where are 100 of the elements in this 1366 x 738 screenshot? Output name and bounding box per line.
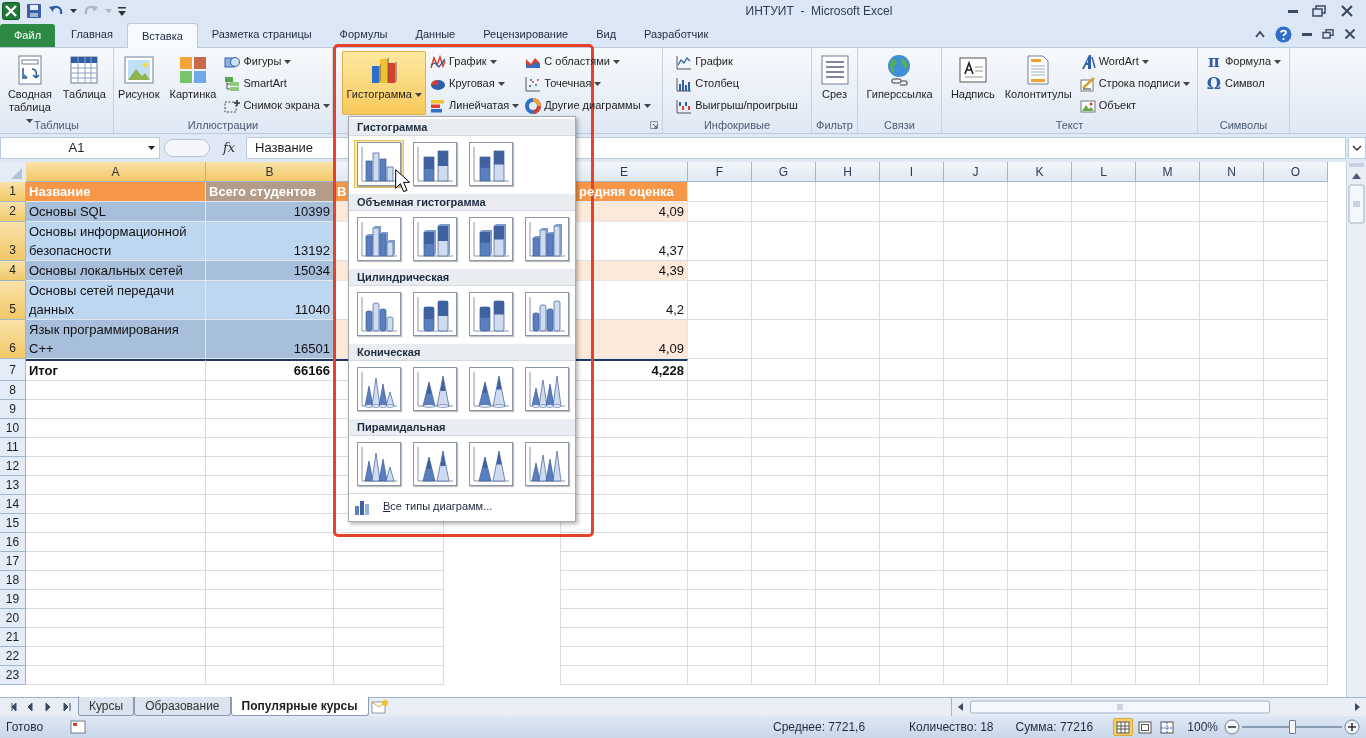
row-header[interactable]: 13: [0, 476, 26, 495]
section-title: Цилиндрическая: [349, 269, 575, 286]
column-header[interactable]: F: [688, 162, 752, 182]
ribbon-button[interactable]: Ω Символ: [1203, 73, 1284, 94]
sheet-tab[interactable]: Курсы: [78, 697, 135, 716]
ribbon-tab[interactable]: Разметка страницы: [197, 22, 326, 47]
cell-text: редняя оценка: [579, 183, 674, 201]
row-header[interactable]: 18: [0, 571, 26, 590]
ribbon-button[interactable]: Столбец: [674, 73, 800, 94]
ribbon-button[interactable]: Сводная таблица: [3, 51, 57, 115]
ribbon-button[interactable]: Гиперссылка: [862, 51, 937, 115]
section-title: Гистограмма: [349, 119, 575, 136]
cell-text: Основы SQL: [29, 203, 106, 221]
insert-function-button[interactable]: fx: [214, 138, 244, 158]
ribbon-tab[interactable]: Рецензирование: [469, 22, 583, 47]
ribbon-button[interactable]: Выигрыш/проигрыш: [674, 95, 800, 116]
ribbon-tab[interactable]: Вид: [582, 22, 631, 47]
cell-text: Язык программирования C++: [29, 321, 179, 358]
cell-text: 10399: [293, 203, 330, 221]
cell-text: 4,228: [651, 362, 684, 380]
ribbon-tab[interactable]: Файл: [0, 24, 56, 47]
ribbon-button[interactable]: WordArt: [1077, 51, 1193, 72]
ribbon-tab[interactable]: Формулы: [325, 22, 402, 47]
row-header[interactable]: 19: [0, 590, 26, 609]
column-header[interactable]: N: [1200, 162, 1264, 182]
ribbon-tab[interactable]: Разработчик: [630, 22, 723, 47]
row-header[interactable]: 8: [0, 381, 26, 400]
row-header[interactable]: 4: [0, 261, 26, 281]
ribbon-button[interactable]: Строка подписи: [1077, 73, 1193, 94]
row-header[interactable]: 15: [0, 514, 26, 533]
group-label: Текст: [1055, 117, 1084, 133]
row-header[interactable]: 1: [0, 182, 26, 202]
cell-text: Всего студентов: [209, 183, 316, 201]
row-header[interactable]: 23: [0, 666, 26, 685]
ribbon-button[interactable]: Колонтитулы: [1000, 51, 1076, 115]
cell-text: Название: [29, 183, 91, 201]
ribbon-button[interactable]: Картинка: [165, 51, 221, 115]
column-header[interactable]: J: [944, 162, 1008, 182]
ribbon-button[interactable]: Срез: [814, 51, 855, 115]
cell-text: Основы сетей передачи данных: [29, 282, 175, 319]
ribbon-button[interactable]: Надпись: [946, 51, 999, 115]
name-box[interactable]: A1: [0, 137, 160, 159]
ribbon-button[interactable]: Фигуры: [222, 51, 332, 72]
cell-text: Итог: [29, 362, 58, 380]
cell-text: В: [337, 183, 347, 201]
cell-text: 4,09: [658, 203, 684, 221]
row-header[interactable]: 5: [0, 281, 26, 320]
ribbon-button[interactable]: Точечная: [523, 73, 653, 94]
column-header[interactable]: B: [206, 162, 334, 182]
status-sum: Сумма: 77216: [1015, 719, 1094, 736]
row-header[interactable]: 11: [0, 438, 26, 457]
ribbon-button[interactable]: Рисунок: [114, 51, 164, 115]
row-header[interactable]: 20: [0, 609, 26, 628]
row-header[interactable]: 3: [0, 222, 26, 261]
group-label: Иллюстрации: [187, 117, 259, 133]
zoom-level[interactable]: 100%: [1187, 718, 1218, 736]
row-header[interactable]: 10: [0, 419, 26, 438]
cell-text: 4,39: [658, 262, 684, 280]
group-label: Фильтр: [816, 117, 853, 133]
ribbon-tab[interactable]: Главная: [57, 22, 127, 47]
row-header[interactable]: 22: [0, 647, 26, 666]
row-header[interactable]: 21: [0, 628, 26, 647]
column-header[interactable]: I: [880, 162, 944, 182]
ribbon-button[interactable]: Объект: [1077, 95, 1193, 116]
column-header[interactable]: H: [816, 162, 880, 182]
section-title: Объемная гистограмма: [349, 194, 575, 211]
row-header[interactable]: 6: [0, 320, 26, 359]
section-title: Коническая: [349, 344, 575, 361]
sheet-tab[interactable]: Популярные курсы: [230, 697, 369, 716]
ribbon-button[interactable]: График: [674, 51, 800, 72]
row-header[interactable]: 7: [0, 359, 26, 381]
row-header[interactable]: 9: [0, 400, 26, 419]
row-header[interactable]: 14: [0, 495, 26, 514]
ribbon-button[interactable]: Круговая: [428, 73, 522, 94]
column-header[interactable]: O: [1264, 162, 1328, 182]
ribbon-button[interactable]: Снимок экрана: [222, 95, 332, 116]
ribbon-button[interactable]: Гистограмма: [342, 51, 426, 115]
column-header[interactable]: A: [26, 162, 206, 182]
row-header[interactable]: 16: [0, 533, 26, 552]
ribbon-button[interactable]: Линейчатая: [428, 95, 522, 116]
group-label: Символы: [1219, 117, 1268, 133]
ribbon-button[interactable]: Таблица: [58, 51, 110, 115]
cell-text: 4,37: [658, 242, 684, 260]
ribbon-button[interactable]: График: [428, 51, 522, 72]
column-header[interactable]: M: [1136, 162, 1200, 182]
column-header[interactable]: L: [1072, 162, 1136, 182]
cell-text: 16501: [293, 340, 330, 358]
ribbon-tab[interactable]: Данные: [401, 22, 470, 47]
column-header[interactable]: G: [752, 162, 816, 182]
ribbon-button[interactable]: SmartArt: [222, 73, 332, 94]
row-header[interactable]: 12: [0, 457, 26, 476]
group-label: Связи: [884, 117, 915, 133]
row-header[interactable]: 2: [0, 202, 26, 222]
sheet-tab[interactable]: Образование: [134, 697, 231, 716]
all-chart-types-link[interactable]: Все типы диаграмм...: [383, 498, 493, 515]
cell-text: 13192: [293, 242, 330, 260]
ribbon-tab[interactable]: Вставка: [126, 23, 198, 48]
row-header[interactable]: 17: [0, 552, 26, 571]
ribbon-button[interactable]: π Формула: [1203, 51, 1284, 72]
column-header[interactable]: K: [1008, 162, 1072, 182]
